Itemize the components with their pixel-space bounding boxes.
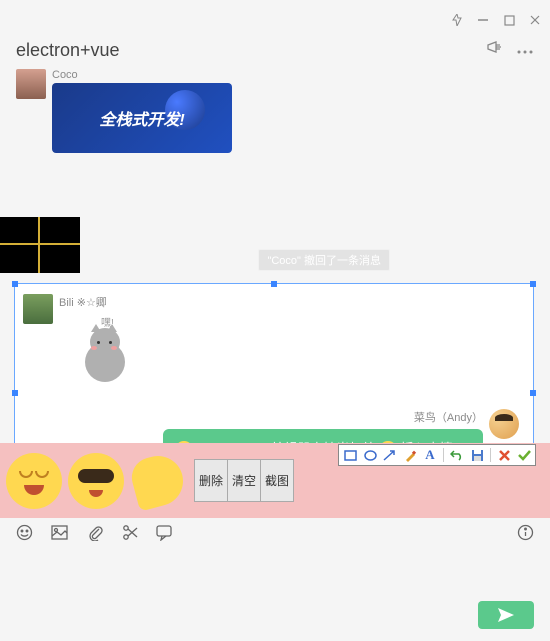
message-row: Coco 全栈式开发! <box>16 69 534 153</box>
cancel-tool-icon[interactable] <box>497 448 511 462</box>
minimize-icon[interactable] <box>476 13 490 27</box>
avatar[interactable] <box>489 409 519 439</box>
separator <box>490 448 491 462</box>
chat-title: electron+vue <box>16 40 474 61</box>
confirm-tool-icon[interactable] <box>517 448 531 462</box>
ellipse-tool-icon[interactable] <box>363 448 377 462</box>
more-icon[interactable] <box>516 42 534 60</box>
input-toolbar <box>16 524 534 541</box>
attachment-icon[interactable] <box>86 524 103 541</box>
delete-button[interactable]: 删除 <box>194 459 228 502</box>
recall-notice: "Coco" 撤回了一条消息 <box>258 249 390 271</box>
screenshot-button[interactable]: 截图 <box>261 459 294 502</box>
resize-handle[interactable] <box>12 281 18 287</box>
announcement-icon[interactable] <box>486 40 504 61</box>
avatar[interactable] <box>23 294 53 324</box>
image-icon[interactable] <box>51 524 68 541</box>
sender-name: Coco <box>52 69 232 81</box>
resize-handle[interactable] <box>530 281 536 287</box>
send-button[interactable] <box>478 601 534 629</box>
scissors-icon[interactable] <box>121 524 138 541</box>
sender-name: 菜鸟（Andy） <box>414 409 483 425</box>
chat-area: Coco 全栈式开发! "Coco" 撤回了一条消息 Bili ※☆卿 嘿! <box>0 69 550 469</box>
clear-button[interactable]: 清空 <box>228 459 261 502</box>
message-row: Bili ※☆卿 嘿! <box>23 294 139 388</box>
arrow-tool-icon[interactable] <box>383 448 397 462</box>
close-icon[interactable] <box>528 13 542 27</box>
avatar[interactable] <box>16 69 46 99</box>
button-group: 删除 清空 截图 <box>194 459 294 502</box>
maximize-icon[interactable] <box>502 13 516 27</box>
resize-handle[interactable] <box>12 390 18 396</box>
screenshot-toolbar: A <box>338 444 536 466</box>
emoji-wave-icon[interactable] <box>130 453 186 509</box>
emoji-smile-icon[interactable] <box>6 453 62 509</box>
info-icon[interactable] <box>517 524 534 541</box>
emoji-icon[interactable] <box>16 524 33 541</box>
separator <box>443 448 444 462</box>
emoji-sunglasses-icon[interactable] <box>68 453 124 509</box>
resize-handle[interactable] <box>271 281 277 287</box>
chat-icon[interactable] <box>156 524 173 541</box>
save-tool-icon[interactable] <box>470 448 484 462</box>
text-tool-icon[interactable]: A <box>423 448 437 462</box>
undo-tool-icon[interactable] <box>450 448 464 462</box>
resize-handle[interactable] <box>530 390 536 396</box>
brush-tool-icon[interactable] <box>403 448 417 462</box>
sticker-cat[interactable]: 嘿! <box>79 318 139 388</box>
pin-icon[interactable] <box>450 13 464 27</box>
rect-tool-icon[interactable] <box>343 448 357 462</box>
image-message[interactable]: 全栈式开发! <box>52 83 232 153</box>
decorative-pattern <box>0 217 80 273</box>
sender-name: Bili ※☆卿 <box>59 294 139 310</box>
